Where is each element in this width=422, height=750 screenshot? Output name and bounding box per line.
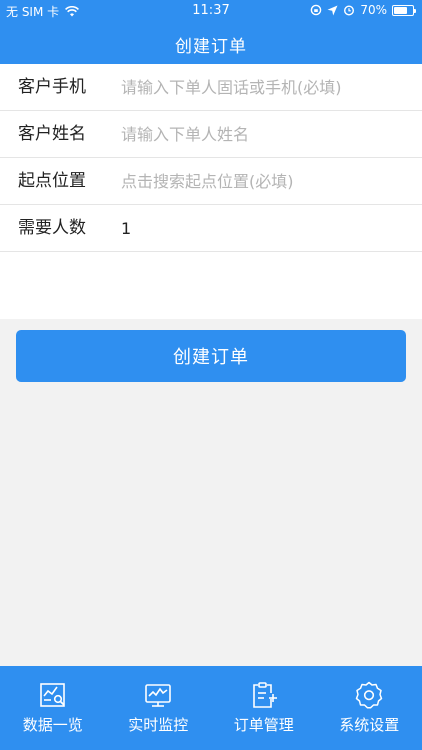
people-count-input[interactable]	[121, 205, 411, 251]
tab-order-management-label: 订单管理	[233, 716, 294, 734]
page-title: 创建订单	[175, 37, 247, 57]
customer-phone-label: 客户手机	[18, 77, 86, 97]
tab-bar: 数据一览 实时监控 订单管理 系统设置	[0, 666, 422, 750]
people-count-row: 需要人数	[0, 205, 422, 252]
navigation-bar: 无 SIM 卡 11:37 70% 创建订单	[0, 0, 422, 64]
battery-icon	[392, 4, 416, 16]
customer-name-input[interactable]	[121, 111, 411, 157]
customer-phone-row: 客户手机	[0, 64, 422, 111]
start-location-label: 起点位置	[18, 171, 86, 191]
start-location-row: 起点位置	[0, 158, 422, 205]
create-order-button[interactable]: 创建订单	[16, 330, 406, 382]
customer-name-row: 客户姓名	[0, 111, 422, 158]
tab-system-settings[interactable]: 系统设置	[317, 666, 422, 750]
customer-name-label: 客户姓名	[18, 124, 86, 144]
lock-rotation-icon	[311, 4, 322, 16]
monitor-icon	[145, 684, 172, 707]
gear-icon	[356, 681, 383, 709]
tab-order-management[interactable]: 订单管理	[211, 666, 317, 750]
tab-live-monitor-label: 实时监控	[128, 716, 189, 734]
start-location-input[interactable]	[121, 158, 411, 204]
tab-data-overview[interactable]: 数据一览	[0, 666, 106, 750]
people-count-label: 需要人数	[18, 218, 86, 238]
order-form: 客户手机 客户姓名 起点位置 需要人数 创建订单	[0, 64, 422, 382]
tab-system-settings-label: 系统设置	[339, 716, 400, 734]
battery-level	[394, 6, 407, 14]
customer-phone-input[interactable]	[121, 64, 411, 110]
clipboard-add-icon	[252, 682, 277, 708]
tab-live-monitor[interactable]: 实时监控	[106, 666, 212, 750]
status-bar: 无 SIM 卡 11:37 70%	[0, 0, 422, 22]
chart-search-icon	[39, 683, 65, 707]
battery-percentage: 70%	[360, 3, 387, 17]
alarm-icon	[344, 5, 355, 16]
location-icon	[327, 5, 338, 15]
tab-data-overview-label: 数据一览	[22, 716, 83, 734]
